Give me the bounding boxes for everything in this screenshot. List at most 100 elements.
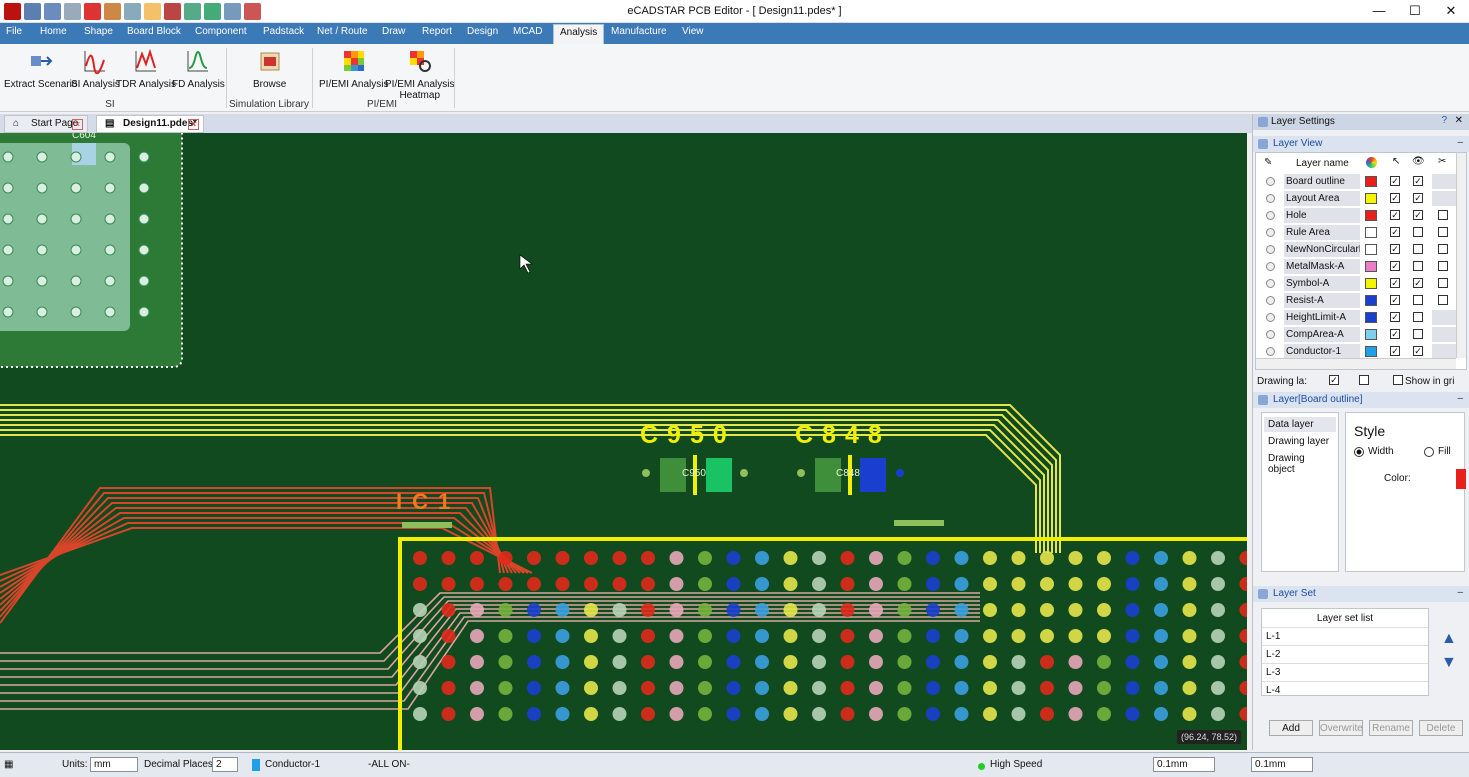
- layer-color-swatch[interactable]: [1365, 278, 1377, 289]
- browse-button[interactable]: Browse: [253, 48, 286, 90]
- close-tab-icon[interactable]: ×: [72, 119, 83, 130]
- layer-table-hscroll[interactable]: [1256, 358, 1456, 369]
- pcb-canvas[interactable]: C604 C950 C848 IC1 C950 C848 (96.24, 78.…: [0, 133, 1247, 750]
- all-on-filter[interactable]: -ALL ON-: [368, 759, 410, 770]
- close-tab-icon[interactable]: ×: [188, 119, 199, 130]
- selectable-checkbox[interactable]: ✓: [1390, 227, 1400, 237]
- route-checkbox[interactable]: [1438, 210, 1448, 220]
- selectable-checkbox[interactable]: ✓: [1390, 261, 1400, 271]
- pi-emi-heatmap-button[interactable]: PI/EMI Analysis Heatmap: [385, 48, 454, 101]
- visible-checkbox[interactable]: [1413, 329, 1423, 339]
- layer-color-swatch[interactable]: [1365, 244, 1377, 255]
- visible-checkbox[interactable]: ✓: [1413, 210, 1423, 220]
- active-layer-radio[interactable]: [1266, 262, 1275, 271]
- route-checkbox[interactable]: [1438, 244, 1448, 254]
- visible-checkbox[interactable]: ✓: [1413, 176, 1423, 186]
- width-radio[interactable]: [1354, 447, 1364, 457]
- decimal-places-dropdown[interactable]: 2: [212, 757, 238, 772]
- visible-checkbox[interactable]: [1413, 261, 1423, 271]
- close-panel-icon[interactable]: ✕: [1455, 115, 1463, 126]
- overwrite-button[interactable]: Overwrite: [1319, 720, 1363, 736]
- layer-color-swatch[interactable]: [1365, 346, 1377, 357]
- fd-analysis-button[interactable]: FD Analysis: [172, 48, 225, 90]
- layer-row[interactable]: Layout Area ✓ ✓: [1260, 190, 1464, 207]
- layer-row[interactable]: MetalMask-A ✓: [1260, 258, 1464, 275]
- route-checkbox[interactable]: [1438, 278, 1448, 288]
- layer-row[interactable]: HeightLimit-A ✓: [1260, 309, 1464, 326]
- visible-checkbox[interactable]: ✓: [1413, 193, 1423, 203]
- menu-shape[interactable]: Shape: [84, 26, 113, 37]
- visible-checkbox[interactable]: [1413, 312, 1423, 322]
- current-layer[interactable]: Conductor-1: [265, 759, 320, 770]
- menu-view[interactable]: View: [682, 26, 704, 37]
- layer-set-item[interactable]: L-3: [1262, 663, 1428, 681]
- selectable-checkbox[interactable]: ✓: [1390, 210, 1400, 220]
- selectable-checkbox[interactable]: ✓: [1390, 346, 1400, 356]
- color-swatch[interactable]: [1456, 469, 1466, 489]
- visible-checkbox[interactable]: [1413, 244, 1423, 254]
- units-dropdown[interactable]: mm: [90, 757, 138, 772]
- selectable-checkbox[interactable]: ✓: [1390, 295, 1400, 305]
- data-layer-item[interactable]: Data layer: [1264, 417, 1336, 432]
- route-checkbox[interactable]: [1438, 295, 1448, 305]
- menu-draw[interactable]: Draw: [382, 26, 405, 37]
- selectable-checkbox[interactable]: ✓: [1390, 278, 1400, 288]
- active-layer-radio[interactable]: [1266, 279, 1275, 288]
- active-layer-radio[interactable]: [1266, 330, 1275, 339]
- layer-row[interactable]: NewNonCircularH ✓: [1260, 241, 1464, 258]
- active-layer-radio[interactable]: [1266, 228, 1275, 237]
- menu-home[interactable]: Home: [40, 26, 67, 37]
- menu-file[interactable]: File: [6, 26, 22, 37]
- layer-color-swatch[interactable]: [1365, 312, 1377, 323]
- layer-row[interactable]: Resist-A ✓: [1260, 292, 1464, 309]
- menu-design[interactable]: Design: [467, 26, 498, 37]
- layer-row[interactable]: Board outline ✓ ✓: [1260, 173, 1464, 190]
- layer-color-swatch[interactable]: [1365, 227, 1377, 238]
- menu-padstack[interactable]: Padstack: [263, 26, 304, 37]
- menu-board-block[interactable]: Board Block: [127, 26, 181, 37]
- layer-color-swatch[interactable]: [1365, 176, 1377, 187]
- delete-button[interactable]: Delete: [1419, 720, 1463, 736]
- selectable-checkbox[interactable]: ✓: [1390, 244, 1400, 254]
- status-icon[interactable]: ▦: [4, 759, 13, 770]
- minimize-button[interactable]: —: [1361, 0, 1397, 22]
- maximize-button[interactable]: ☐: [1397, 0, 1433, 22]
- layer-color-swatch[interactable]: [1365, 295, 1377, 306]
- layer-set-header[interactable]: Layer Set –: [1253, 586, 1469, 602]
- active-layer-radio[interactable]: [1266, 194, 1275, 203]
- tdr-analysis-button[interactable]: TDR Analysis: [116, 48, 176, 90]
- add-button[interactable]: Add: [1269, 720, 1313, 736]
- high-speed-mode[interactable]: High Speed: [990, 759, 1042, 770]
- visible-checkbox[interactable]: [1413, 295, 1423, 305]
- layer-row[interactable]: Symbol-A ✓ ✓: [1260, 275, 1464, 292]
- menu-mcad[interactable]: MCAD: [513, 26, 542, 37]
- layer-set-item[interactable]: L-4: [1262, 681, 1428, 699]
- move-down-icon[interactable]: ▼: [1441, 654, 1457, 672]
- layer-color-swatch[interactable]: [1365, 261, 1377, 272]
- selectable-checkbox[interactable]: ✓: [1390, 176, 1400, 186]
- si-analysis-button[interactable]: SI Analysis: [71, 48, 120, 90]
- active-layer-radio[interactable]: [1266, 177, 1275, 186]
- selectable-checkbox[interactable]: ✓: [1390, 312, 1400, 322]
- menu-manufacture[interactable]: Manufacture: [611, 26, 667, 37]
- selectable-checkbox[interactable]: ✓: [1390, 329, 1400, 339]
- layer-view-header[interactable]: Layer View –: [1253, 136, 1469, 152]
- fill-radio[interactable]: [1424, 447, 1434, 457]
- layer-set-item[interactable]: L-2: [1262, 645, 1428, 663]
- menu-net-route[interactable]: Net / Route: [317, 26, 368, 37]
- layer-detail-header[interactable]: Layer[Board outline] –: [1253, 392, 1469, 408]
- visible-checkbox[interactable]: ✓: [1413, 278, 1423, 288]
- close-button[interactable]: ✕: [1433, 0, 1469, 22]
- menu-component[interactable]: Component: [195, 26, 247, 37]
- selectable-checkbox[interactable]: ✓: [1390, 193, 1400, 203]
- drawing-layer-checkbox-2[interactable]: [1359, 375, 1369, 385]
- active-layer-radio[interactable]: [1266, 211, 1275, 220]
- extract-scenario-button[interactable]: Extract Scenario: [4, 48, 77, 90]
- layer-row[interactable]: Hole ✓ ✓: [1260, 207, 1464, 224]
- rename-button[interactable]: Rename: [1369, 720, 1413, 736]
- layer-row[interactable]: CompArea-A ✓: [1260, 326, 1464, 343]
- tab-start-page[interactable]: ⌂ Start Page ×: [4, 115, 88, 133]
- menu-report[interactable]: Report: [422, 26, 452, 37]
- tab-design11[interactable]: ▤ Design11.pdes* ×: [96, 115, 204, 133]
- visible-checkbox[interactable]: ✓: [1413, 346, 1423, 356]
